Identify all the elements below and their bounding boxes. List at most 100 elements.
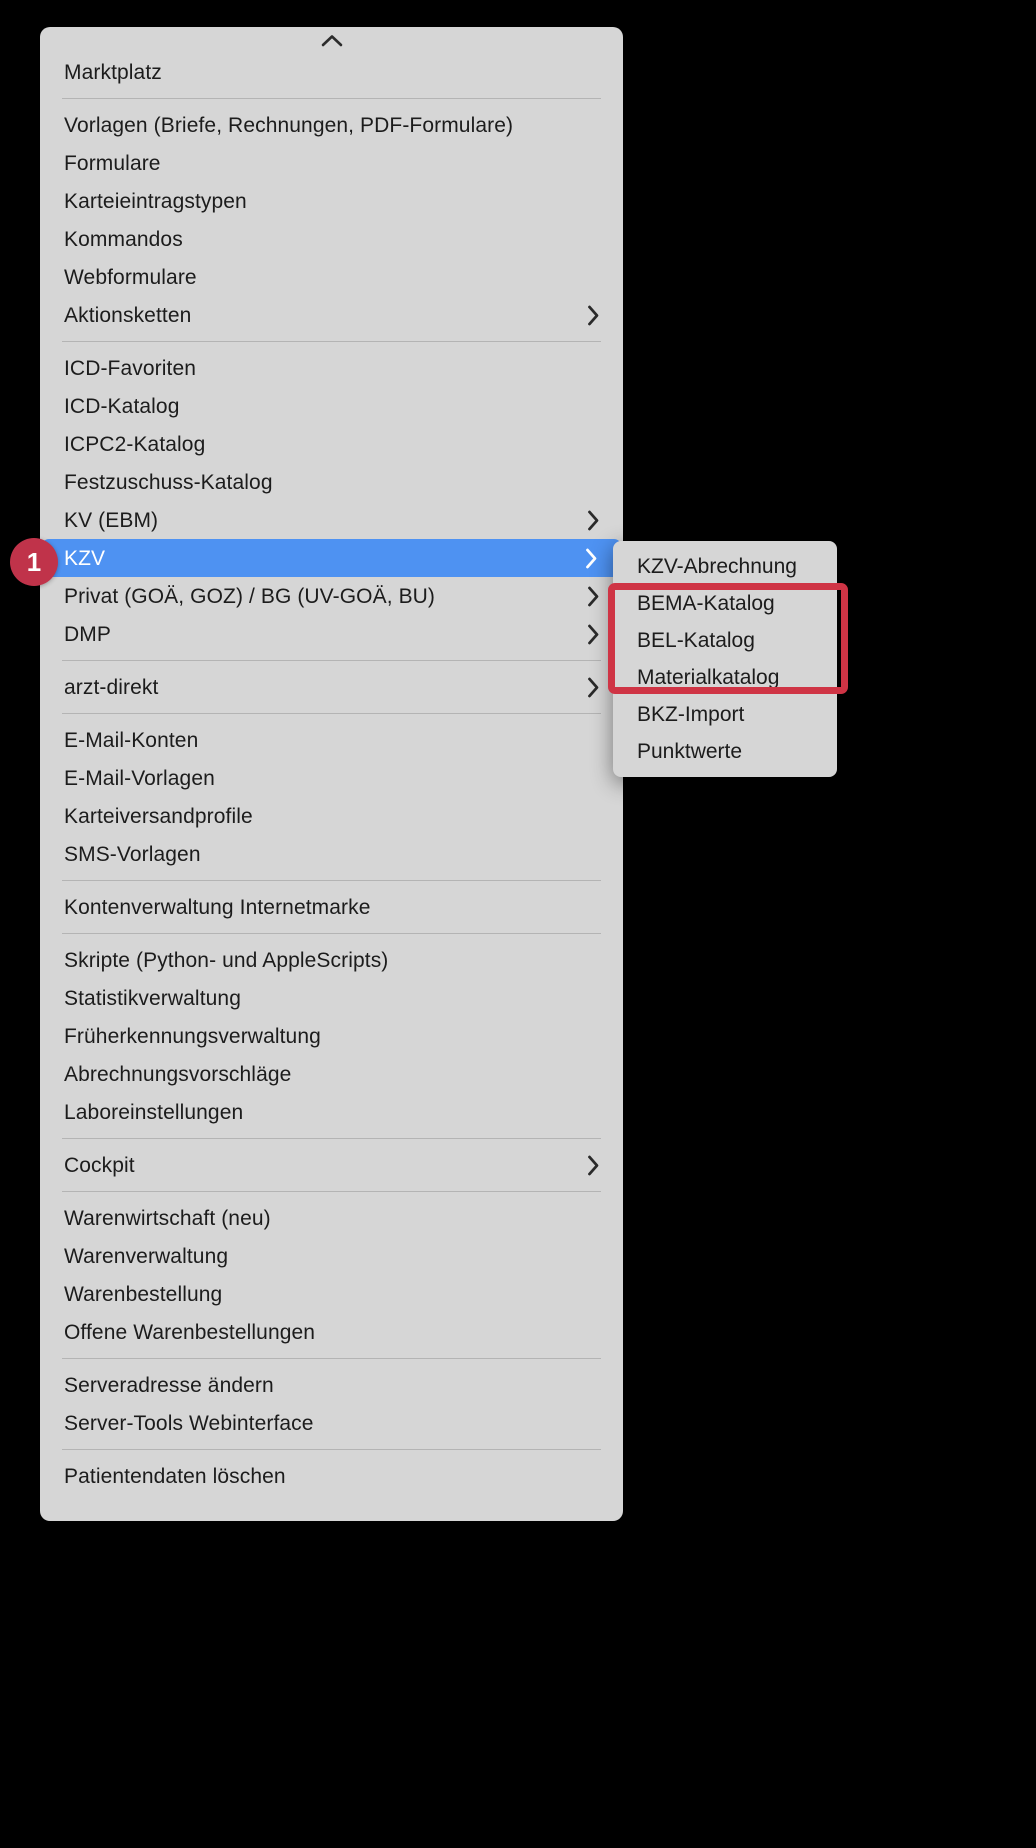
submenu-item-label: BKZ-Import: [637, 702, 745, 726]
menu-item-sms-vorlagen[interactable]: SMS-Vorlagen: [40, 835, 623, 873]
menu-section: Kontenverwaltung Internetmarke: [40, 888, 623, 926]
menu-item-label: Webformulare: [64, 265, 197, 289]
menu-item-icd-katalog[interactable]: ICD-Katalog: [40, 387, 623, 425]
menu-item-statistikverwaltung[interactable]: Statistikverwaltung: [40, 979, 623, 1017]
menu-item-laboreinstellungen[interactable]: Laboreinstellungen: [40, 1093, 623, 1131]
step-badge-label: 1: [26, 546, 42, 577]
menu-item-aktionsketten[interactable]: Aktionsketten: [40, 296, 623, 334]
menu-item-kv-ebm[interactable]: KV (EBM): [40, 501, 623, 539]
menu-item-label: Kontenverwaltung Internetmarke: [64, 895, 371, 919]
menu-section: Cockpit: [40, 1146, 623, 1184]
menu-item-warenbestellung[interactable]: Warenbestellung: [40, 1275, 623, 1313]
menu-item-label: Aktionsketten: [64, 303, 192, 327]
menu-item-label: KZV: [64, 546, 106, 570]
menu-item-abrechnungsvorschl-ge[interactable]: Abrechnungsvorschläge: [40, 1055, 623, 1093]
menu-separator: [62, 880, 601, 881]
menu-item-label: SMS-Vorlagen: [64, 842, 201, 866]
submenu-item-bema-katalog[interactable]: BEMA-Katalog: [613, 585, 837, 622]
step-badge-1: 1: [10, 538, 58, 586]
chevron-right-icon: [585, 677, 601, 698]
menu-item-label: Karteieintragstypen: [64, 189, 247, 213]
chevron-right-icon: [585, 305, 601, 326]
submenu-item-label: Punktwerte: [637, 739, 743, 763]
menu-item-label: Kommandos: [64, 227, 183, 251]
menu-separator: [62, 98, 601, 99]
menu-item-warenverwaltung[interactable]: Warenverwaltung: [40, 1237, 623, 1275]
menu-item-label: Festzuschuss-Katalog: [64, 470, 273, 494]
menu-item-label: Skripte (Python- und AppleScripts): [64, 948, 389, 972]
menu-item-label: Abrechnungsvorschläge: [64, 1062, 292, 1086]
menu-item-karteieintragstypen[interactable]: Karteieintragstypen: [40, 182, 623, 220]
menu-item-label: arzt-direkt: [64, 675, 159, 699]
menu-separator: [62, 933, 601, 934]
menu-item-label: Laboreinstellungen: [64, 1100, 244, 1124]
submenu-item-bkz-import[interactable]: BKZ-Import: [613, 696, 837, 733]
menu-item-label: Warenbestellung: [64, 1282, 223, 1306]
chevron-right-icon: [585, 510, 601, 531]
chevron-right-icon: [585, 624, 601, 645]
menu-item-formulare[interactable]: Formulare: [40, 144, 623, 182]
menu-separator: [62, 660, 601, 661]
menu-item-serveradresse-ndern[interactable]: Serveradresse ändern: [40, 1366, 623, 1404]
menu-item-kzv[interactable]: KZV: [42, 539, 621, 577]
menu-item-label: ICPC2-Katalog: [64, 432, 206, 456]
menu-item-skripte-python-und-applescripts[interactable]: Skripte (Python- und AppleScripts): [40, 941, 623, 979]
menu-section: Skripte (Python- und AppleScripts) Statis…: [40, 941, 623, 1131]
menu-item-label: Marktplatz: [64, 60, 162, 84]
menu-item-label: Serveradresse ändern: [64, 1373, 274, 1397]
submenu-item-label: KZV-Abrechnung: [637, 554, 797, 578]
menu-item-offene-warenbestellungen[interactable]: Offene Warenbestellungen: [40, 1313, 623, 1351]
menu-item-label: Cockpit: [64, 1153, 135, 1177]
menu-item-label: Vorlagen (Briefe, Rechnungen, PDF-Formul…: [64, 113, 514, 137]
menu-item-label: Statistikverwaltung: [64, 986, 241, 1010]
menu-section: Patientendaten löschen: [40, 1457, 623, 1495]
menu-item-kontenverwaltung-internetmarke[interactable]: Kontenverwaltung Internetmarke: [40, 888, 623, 926]
menu-separator: [62, 713, 601, 714]
menu-item-e-mail-konten[interactable]: E-Mail-Konten: [40, 721, 623, 759]
chevron-right-icon: [583, 548, 599, 569]
menu-section: arzt-direkt: [40, 668, 623, 706]
menu-section: Serveradresse ändern Server-Tools Webinte…: [40, 1366, 623, 1442]
menu-item-label: Privat (GOÄ, GOZ) / BG (UV-GOÄ, BU): [64, 584, 436, 608]
submenu-item-materialkatalog[interactable]: Materialkatalog: [613, 659, 837, 696]
menu-item-label: DMP: [64, 622, 111, 646]
submenu-item-kzv-abrechnung[interactable]: KZV-Abrechnung: [613, 548, 837, 585]
menu-item-cockpit[interactable]: Cockpit: [40, 1146, 623, 1184]
menu-item-label: Server-Tools Webinterface: [64, 1411, 314, 1435]
menu-section: Warenwirtschaft (neu) Warenverwaltung Ware…: [40, 1199, 623, 1351]
submenu-item-label: BEL-Katalog: [637, 628, 755, 652]
submenu-item-punktwerte[interactable]: Punktwerte: [613, 733, 837, 770]
menu-item-dmp[interactable]: DMP: [40, 615, 623, 653]
menu-item-kommandos[interactable]: Kommandos: [40, 220, 623, 258]
scroll-up-chevron-up-icon[interactable]: [40, 27, 623, 53]
menu-item-warenwirtschaft-neu[interactable]: Warenwirtschaft (neu): [40, 1199, 623, 1237]
menu-item-icpc2-katalog[interactable]: ICPC2-Katalog: [40, 425, 623, 463]
menu-separator: [62, 1191, 601, 1192]
menu-item-label: Patientendaten löschen: [64, 1464, 286, 1488]
menu-item-webformulare[interactable]: Webformulare: [40, 258, 623, 296]
menu-item-fr-herkennungsverwaltung[interactable]: Früherkennungsverwaltung: [40, 1017, 623, 1055]
menu-item-icd-favoriten[interactable]: ICD-Favoriten: [40, 349, 623, 387]
menu-item-label: Formulare: [64, 151, 161, 175]
menu-section: ICD-Favoriten ICD-Katalog ICPC2-Katalog Fes…: [40, 349, 623, 653]
menu-separator: [62, 1449, 601, 1450]
menu-item-arzt-direkt[interactable]: arzt-direkt: [40, 668, 623, 706]
menu-item-marktplatz[interactable]: Marktplatz: [40, 53, 623, 91]
menu-item-patientendaten-l-schen[interactable]: Patientendaten löschen: [40, 1457, 623, 1495]
menu-item-vorlagen-briefe-rechnungen-pdf-formulare[interactable]: Vorlagen (Briefe, Rechnungen, PDF-Formul…: [40, 106, 623, 144]
context-menu[interactable]: Marktplatz Vorlagen (Briefe, Rechnungen, …: [40, 27, 623, 1521]
kzv-submenu[interactable]: KZV-Abrechnung BEMA-Katalog BEL-Katalog Mat…: [613, 541, 837, 777]
menu-item-label: Warenwirtschaft (neu): [64, 1206, 271, 1230]
menu-item-festzuschuss-katalog[interactable]: Festzuschuss-Katalog: [40, 463, 623, 501]
menu-item-privat-go-goz-bg-uv-go-bu[interactable]: Privat (GOÄ, GOZ) / BG (UV-GOÄ, BU): [40, 577, 623, 615]
menu-item-e-mail-vorlagen[interactable]: E-Mail-Vorlagen: [40, 759, 623, 797]
chevron-right-icon: [585, 1155, 601, 1176]
menu-separator: [62, 1358, 601, 1359]
menu-item-karteiversandprofile[interactable]: Karteiversandprofile: [40, 797, 623, 835]
menu-separator: [62, 1138, 601, 1139]
chevron-right-icon: [585, 586, 601, 607]
menu-item-server-tools-webinterface[interactable]: Server-Tools Webinterface: [40, 1404, 623, 1442]
menu-item-label: Warenverwaltung: [64, 1244, 229, 1268]
submenu-item-bel-katalog[interactable]: BEL-Katalog: [613, 622, 837, 659]
menu-item-label: E-Mail-Konten: [64, 728, 199, 752]
